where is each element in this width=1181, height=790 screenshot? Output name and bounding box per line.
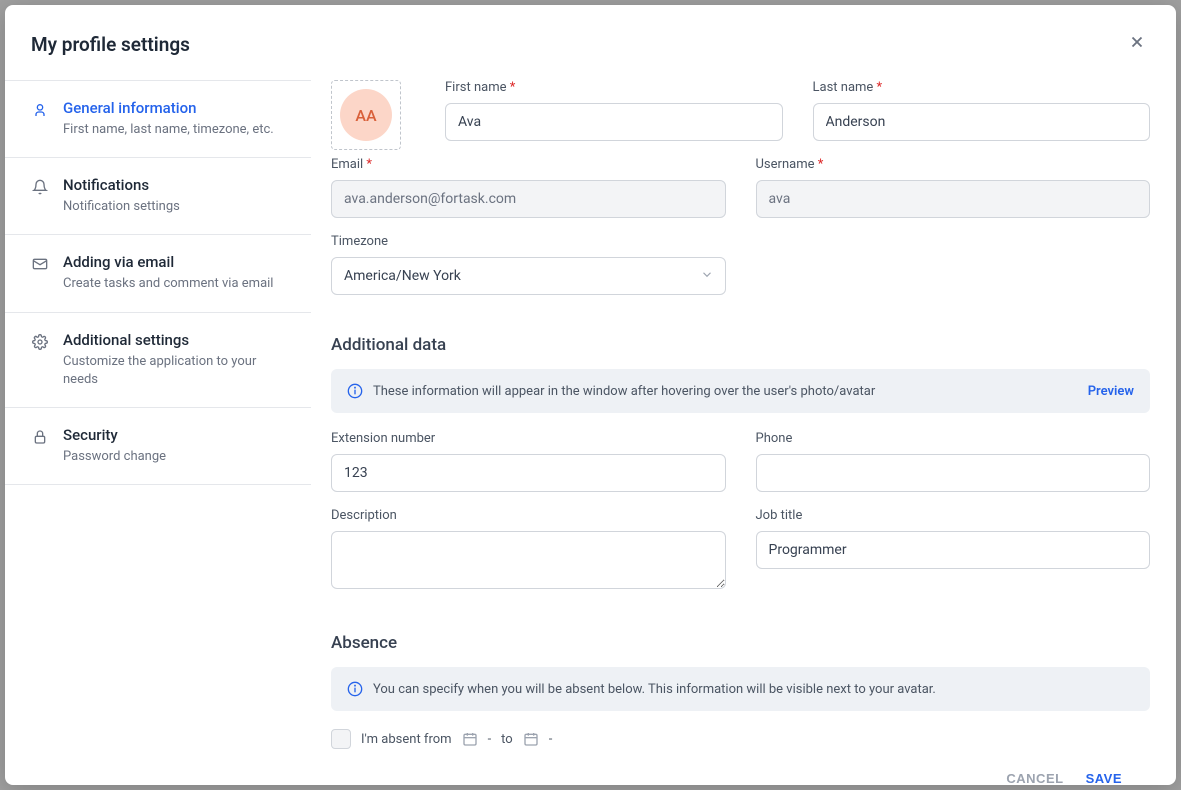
last-name-input[interactable] [813,103,1151,141]
sidebar-item-notifications[interactable]: Notifications Notification settings [5,158,311,235]
sidebar-item-title: Security [63,426,166,444]
preview-link[interactable]: Preview [1088,384,1134,399]
sidebar-item-title: General information [63,99,274,117]
first-name-label: First name * [445,80,783,95]
user-icon [31,101,49,119]
dash-text: - [488,732,492,747]
calendar-icon[interactable] [462,731,478,747]
additional-info-text: These information will appear in the win… [373,384,875,399]
phone-label: Phone [756,431,1151,446]
first-name-input[interactable] [445,103,783,141]
save-button[interactable]: SAVE [1086,771,1122,785]
to-label: to [501,732,513,747]
sidebar-item-desc: Customize the application to your needs [63,353,293,389]
lock-icon [31,428,49,446]
main-form: AA First name * Last name * [311,80,1176,785]
sidebar-item-desc: Password change [63,448,166,466]
cancel-button[interactable]: CANCEL [1006,771,1063,785]
email-input [331,180,726,218]
modal-header: My profile settings [5,5,1176,80]
info-icon [347,681,363,697]
email-label: Email * [331,157,726,172]
absence-info-text: You can specify when you will be absent … [373,682,936,697]
close-icon [1128,33,1146,51]
gear-icon [31,333,49,351]
settings-sidebar: General information First name, last nam… [5,80,311,785]
job-title-input[interactable] [756,531,1151,569]
calendar-icon[interactable] [523,731,539,747]
bell-icon [31,178,49,196]
sidebar-item-title: Adding via email [63,253,273,271]
sidebar-item-title: Notifications [63,176,180,194]
absent-label: I'm absent from [361,732,452,747]
modal-footer: CANCEL SAVE [331,749,1150,785]
sidebar-item-security[interactable]: Security Password change [5,408,311,485]
profile-settings-modal: My profile settings General information … [5,5,1176,785]
absent-checkbox[interactable] [331,729,351,749]
extension-input[interactable] [331,454,726,492]
last-name-label: Last name * [813,80,1151,95]
username-input [756,180,1151,218]
additional-info-bar: These information will appear in the win… [331,369,1150,413]
phone-input[interactable] [756,454,1151,492]
sidebar-item-additional[interactable]: Additional settings Customize the applic… [5,313,311,408]
username-label: Username * [756,157,1151,172]
job-title-label: Job title [756,508,1151,523]
sidebar-item-adding-email[interactable]: Adding via email Create tasks and commen… [5,235,311,312]
additional-data-title: Additional data [331,335,1150,355]
info-icon [347,383,363,399]
timezone-label: Timezone [331,234,726,249]
avatar-upload[interactable]: AA [331,80,401,150]
absence-row: I'm absent from - to - [331,729,1150,749]
close-button[interactable] [1124,29,1150,60]
description-label: Description [331,508,726,523]
absence-title: Absence [331,633,1150,653]
description-textarea[interactable] [331,531,726,589]
absence-info-bar: You can specify when you will be absent … [331,667,1150,711]
mail-icon [31,255,49,273]
modal-title: My profile settings [31,33,190,56]
sidebar-item-desc: First name, last name, timezone, etc. [63,121,274,139]
sidebar-item-title: Additional settings [63,331,293,349]
avatar-initials: AA [340,89,392,141]
extension-label: Extension number [331,431,726,446]
dash-text: - [549,732,553,747]
sidebar-item-desc: Create tasks and comment via email [63,275,273,293]
sidebar-item-desc: Notification settings [63,198,180,216]
sidebar-item-general[interactable]: General information First name, last nam… [5,80,311,158]
timezone-select[interactable]: America/New York [331,257,726,295]
